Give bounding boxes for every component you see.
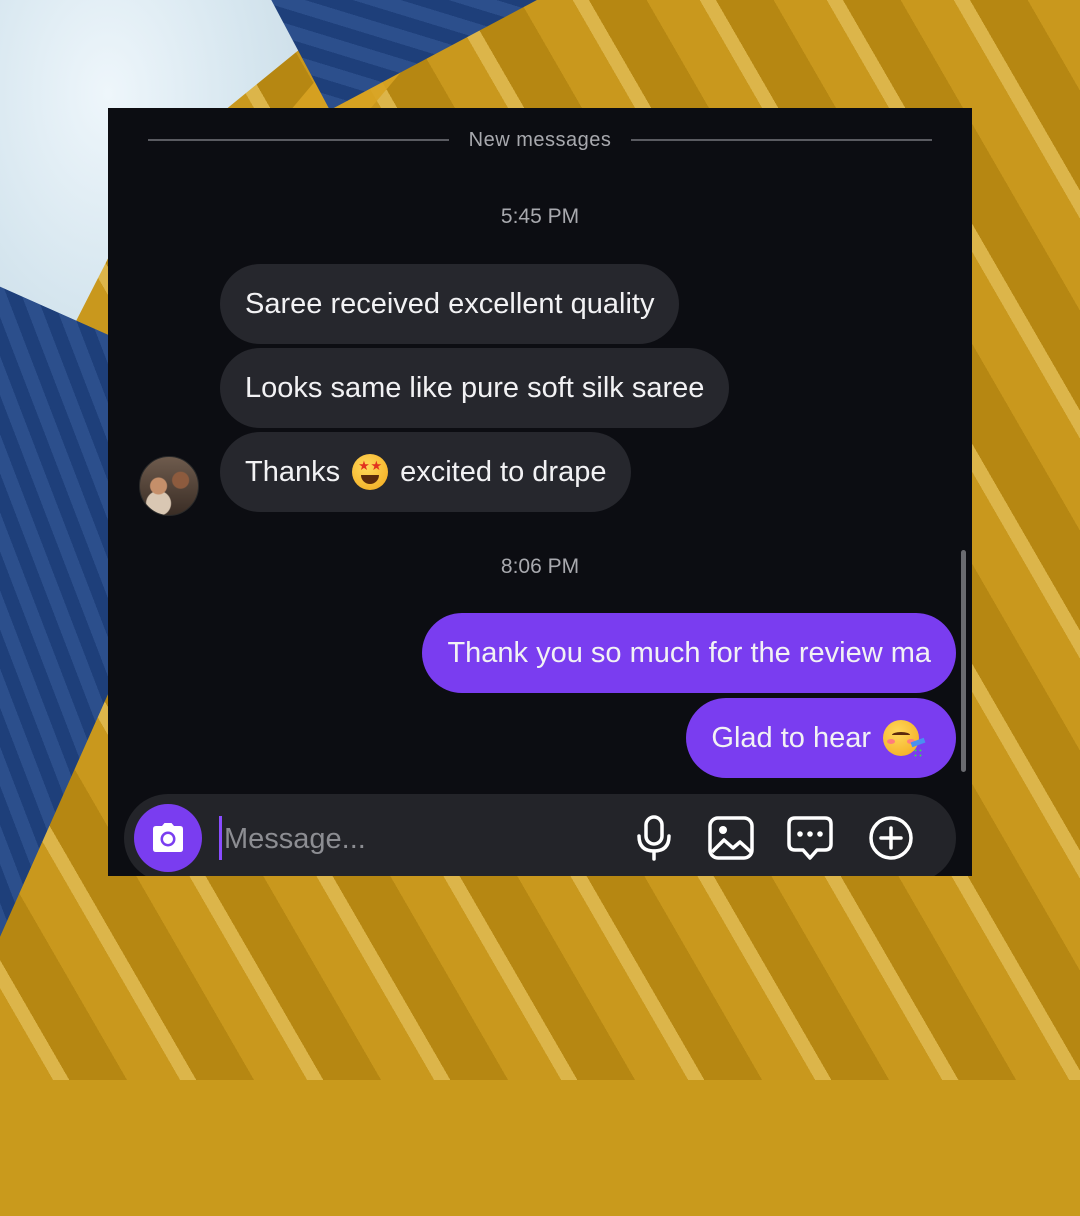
gallery-button[interactable]	[707, 814, 755, 862]
divider-line-left	[148, 139, 449, 141]
incoming-message-bubble[interactable]: Looks same like pure soft silk saree	[220, 348, 730, 428]
message-text: Thanks	[245, 455, 341, 488]
add-icon	[869, 816, 913, 860]
divider-label: New messages	[468, 128, 612, 151]
divider-line-right	[631, 139, 932, 141]
message-composer	[124, 794, 956, 876]
outgoing-message-bubble[interactable]: Thank you so much for the review ma	[422, 613, 956, 693]
message-text: excited to drape	[400, 455, 607, 488]
add-button[interactable]	[867, 814, 915, 862]
star-struck-emoji-icon	[352, 454, 389, 490]
camera-button[interactable]	[134, 804, 202, 872]
partying-face-emoji-icon	[883, 720, 926, 758]
gallery-icon	[708, 816, 754, 860]
message-text: Saree received excellent quality	[245, 287, 655, 320]
outgoing-message-bubble[interactable]: Glad to hear	[686, 698, 956, 778]
message-text: Thank you so much for the review ma	[447, 636, 931, 669]
message-timestamp: 8:06 PM	[500, 555, 580, 578]
new-messages-divider: New messages	[148, 128, 932, 152]
chat-scrollbar[interactable]	[961, 550, 966, 772]
sticker-button[interactable]	[786, 814, 834, 862]
microphone-icon	[637, 815, 671, 861]
message-text: Looks same like pure soft silk saree	[245, 371, 705, 404]
incoming-message-bubble[interactable]: Thanks excited to drape	[220, 432, 632, 512]
message-input[interactable]	[222, 810, 616, 868]
chat-window: New messages 5:45 PM Saree received exce…	[108, 108, 972, 876]
sticker-icon	[787, 816, 833, 860]
microphone-button[interactable]	[630, 814, 678, 862]
incoming-message-bubble[interactable]: Saree received excellent quality	[220, 264, 680, 344]
camera-icon	[153, 823, 183, 852]
message-timestamp: 5:45 PM	[500, 205, 580, 228]
sender-avatar[interactable]	[139, 456, 199, 516]
message-text: Glad to hear	[711, 721, 871, 754]
